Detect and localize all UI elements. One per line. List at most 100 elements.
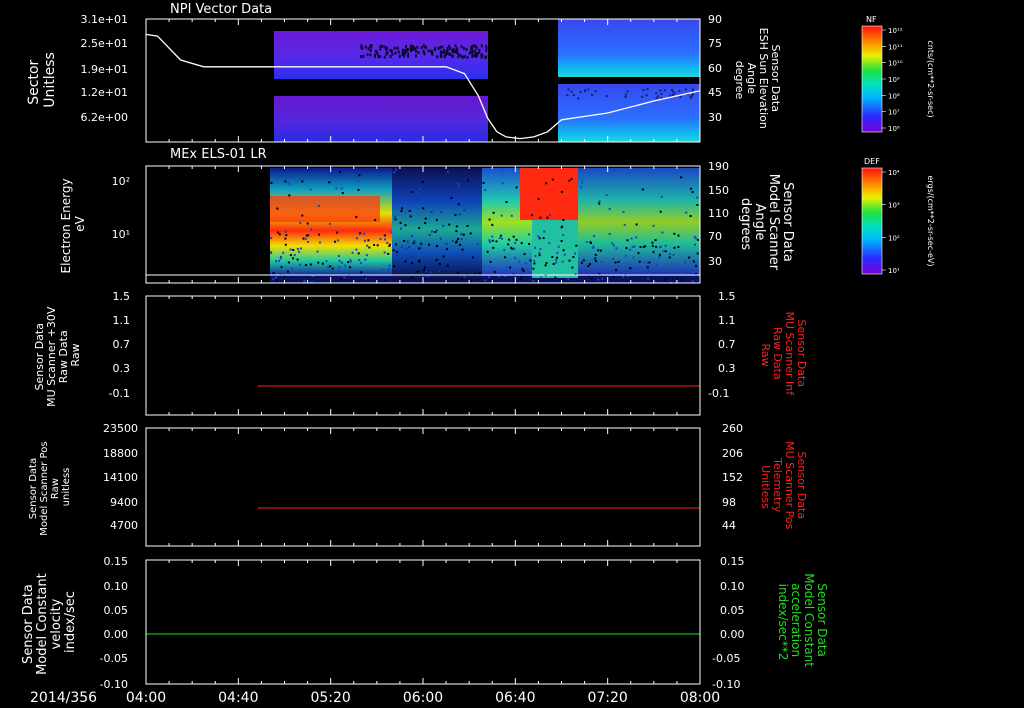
y2-tick-label: 70 bbox=[708, 230, 722, 243]
speckle bbox=[688, 256, 691, 259]
y-axis-label: Sensor Data Model Constant velocity inde… bbox=[21, 569, 78, 675]
speckle bbox=[302, 237, 305, 240]
y-tick-label: 10² bbox=[112, 175, 130, 188]
speckle bbox=[309, 188, 312, 191]
speckle bbox=[386, 269, 389, 272]
speckle bbox=[374, 218, 377, 221]
speckle bbox=[369, 48, 372, 52]
colorbar-tick-label: 10⁷ bbox=[888, 109, 900, 117]
speckle bbox=[510, 214, 513, 217]
speckle bbox=[418, 227, 421, 229]
speckle bbox=[474, 49, 477, 53]
speckle bbox=[394, 51, 397, 55]
spectrogram-hotspot bbox=[270, 196, 380, 222]
speckle bbox=[595, 260, 598, 262]
speckle bbox=[428, 233, 431, 236]
speckle bbox=[417, 51, 420, 55]
speckle bbox=[316, 250, 319, 253]
colorbar-tick-label: 10⁹ bbox=[888, 76, 900, 84]
speckle bbox=[539, 248, 542, 251]
spectrogram-band bbox=[392, 168, 482, 280]
speckle bbox=[562, 234, 565, 236]
speckle bbox=[306, 240, 309, 243]
speckle bbox=[469, 232, 472, 235]
y2-tick-label: -0.05 bbox=[712, 652, 740, 665]
speckle bbox=[381, 44, 384, 48]
speckle bbox=[405, 247, 408, 250]
speckle bbox=[430, 49, 433, 53]
speckle bbox=[696, 204, 699, 206]
speckle bbox=[538, 237, 541, 240]
speckle bbox=[291, 267, 293, 270]
speckle bbox=[287, 270, 289, 273]
speckle bbox=[545, 262, 548, 265]
speckle bbox=[357, 252, 360, 255]
speckle bbox=[401, 48, 404, 52]
speckle bbox=[507, 243, 510, 246]
speckle bbox=[580, 261, 583, 264]
speckle bbox=[365, 254, 368, 257]
speckle bbox=[460, 233, 463, 236]
speckle bbox=[551, 256, 554, 258]
speckle bbox=[637, 266, 639, 269]
speckle bbox=[673, 246, 676, 249]
speckle bbox=[659, 210, 662, 213]
speckle bbox=[438, 269, 441, 272]
speckle bbox=[451, 239, 454, 242]
speckle bbox=[463, 55, 466, 58]
colorbar: NF 10¹² 10¹¹ 10¹⁰ 10⁹ 10⁸ 10⁷ 10⁶ cnts/(cm**2-… bbox=[861, 15, 935, 133]
speckle bbox=[522, 269, 525, 272]
speckle bbox=[511, 168, 514, 171]
speckle bbox=[461, 278, 463, 281]
y-tick-label: 1.5 bbox=[113, 290, 131, 303]
colorbar-tick-label: 10⁸ bbox=[888, 92, 900, 100]
speckle bbox=[458, 185, 460, 188]
y2-tick-label: 30 bbox=[708, 255, 722, 268]
speckle bbox=[482, 265, 485, 268]
speckle bbox=[697, 238, 699, 241]
speckle bbox=[655, 245, 658, 248]
speckle bbox=[282, 251, 285, 254]
date-label: 2014/356 bbox=[30, 690, 97, 706]
speckle bbox=[575, 244, 578, 247]
speckle bbox=[612, 276, 615, 279]
speckle bbox=[624, 93, 627, 96]
y-tick-label: 4700 bbox=[110, 519, 138, 532]
y2-tick-label: 0.00 bbox=[720, 628, 745, 641]
speckle bbox=[673, 232, 676, 235]
colorbar-unit: cnts/(cm**2-sr-sec) bbox=[926, 40, 935, 117]
speckle bbox=[334, 240, 336, 243]
speckle bbox=[540, 276, 543, 279]
speckle bbox=[515, 238, 518, 241]
speckle bbox=[695, 264, 698, 267]
y-tick-label: 14100 bbox=[103, 471, 138, 484]
speckle bbox=[455, 241, 457, 244]
speckle bbox=[450, 196, 453, 199]
spectrogram-block bbox=[558, 84, 700, 142]
speckle bbox=[492, 246, 495, 249]
time-ticks bbox=[145, 296, 701, 415]
speckle bbox=[505, 266, 508, 269]
panel-npi: NPI Vector Data 3.1e+01 2.5e+01 1.9e+01 … bbox=[26, 2, 935, 143]
speckle bbox=[289, 254, 292, 257]
speckle bbox=[420, 46, 423, 50]
speckle bbox=[458, 53, 460, 57]
y2-tick-label: 1.1 bbox=[718, 314, 736, 327]
speckle bbox=[523, 253, 526, 256]
y-tick-label: 1.1 bbox=[113, 314, 131, 327]
speckle bbox=[331, 267, 334, 270]
plot-frame bbox=[145, 295, 701, 416]
speckle bbox=[396, 250, 399, 253]
speckle bbox=[292, 249, 295, 251]
speckle bbox=[284, 243, 287, 246]
speckle bbox=[691, 191, 694, 194]
speckle bbox=[381, 268, 384, 271]
time-ticks bbox=[145, 428, 701, 546]
speckle bbox=[434, 46, 437, 50]
speckle bbox=[625, 247, 628, 250]
speckle bbox=[344, 264, 347, 267]
speckle bbox=[646, 261, 649, 264]
speckle bbox=[639, 246, 642, 248]
time-ticks bbox=[145, 560, 701, 684]
speckle bbox=[498, 275, 501, 278]
